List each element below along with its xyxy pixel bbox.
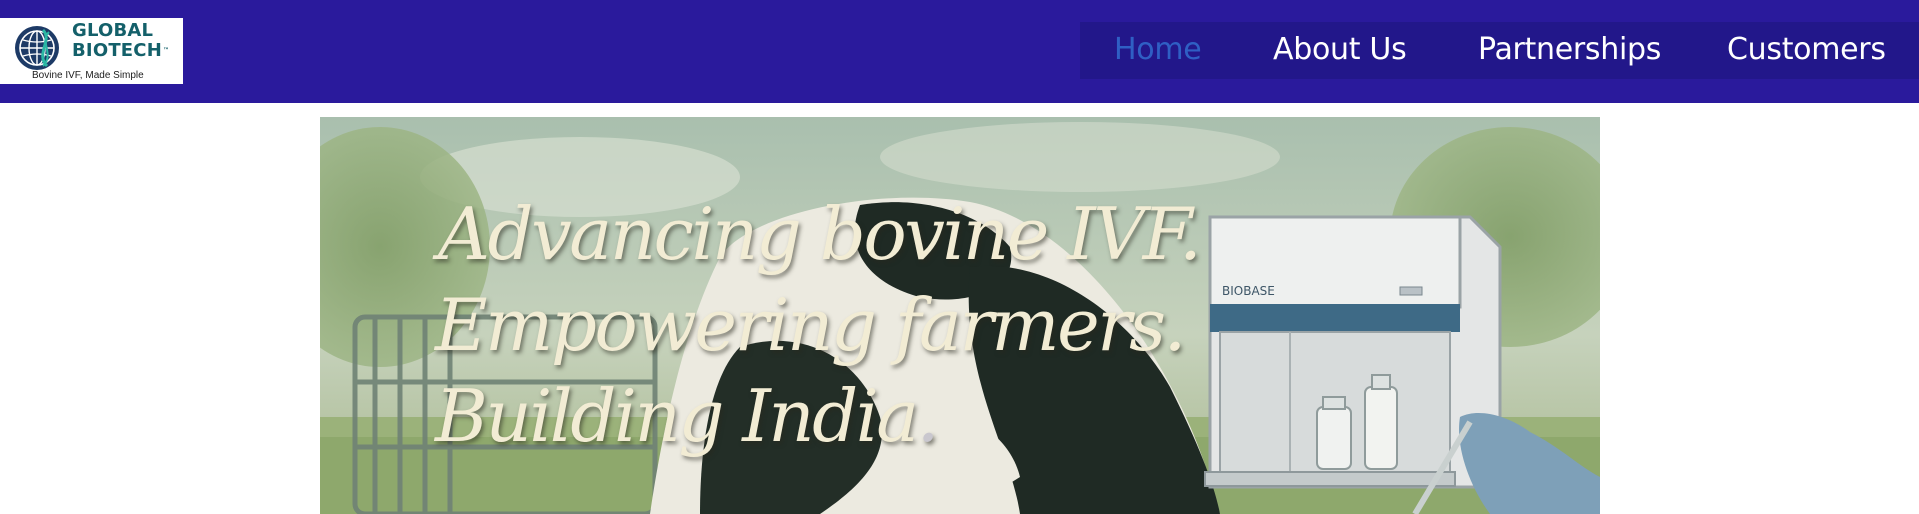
logo[interactable]: GLOBAL BIOTECH™ Bovine IVF, Made Simple	[0, 18, 183, 84]
cabinet-label: BIOBASE	[1222, 284, 1275, 298]
trademark: ™	[162, 47, 170, 54]
nav-item-partnerships[interactable]: Partnerships	[1478, 30, 1661, 70]
site-header: GLOBAL BIOTECH™ Bovine IVF, Made Simple …	[0, 0, 1919, 103]
logo-name-line1: GLOBAL	[72, 20, 154, 41]
dna-globe-icon	[15, 26, 59, 70]
main-nav: Home About Us Partnerships Customers	[1080, 22, 1919, 79]
nav-item-about-us[interactable]: About Us	[1273, 30, 1407, 70]
hero-heading-line-3: Building India.	[435, 371, 940, 461]
hero-heading-line-3-text: Building India	[435, 374, 919, 458]
nav-item-customers[interactable]: Customers	[1727, 30, 1886, 70]
hero-heading-period: .	[916, 374, 940, 458]
logo-name-line2: BIOTECH	[72, 40, 162, 61]
logo-name: GLOBAL BIOTECH™	[72, 21, 169, 61]
hero-banner: BIOBASE Advancing bovine IVF. Empowering…	[320, 117, 1600, 514]
hero-heading-line-2: Empowering farmers.	[435, 283, 1186, 367]
hero-heading-line-1: Advancing bovine IVF.	[438, 192, 1202, 276]
logo-tagline: Bovine IVF, Made Simple	[32, 70, 144, 81]
nav-item-home[interactable]: Home	[1114, 30, 1202, 70]
